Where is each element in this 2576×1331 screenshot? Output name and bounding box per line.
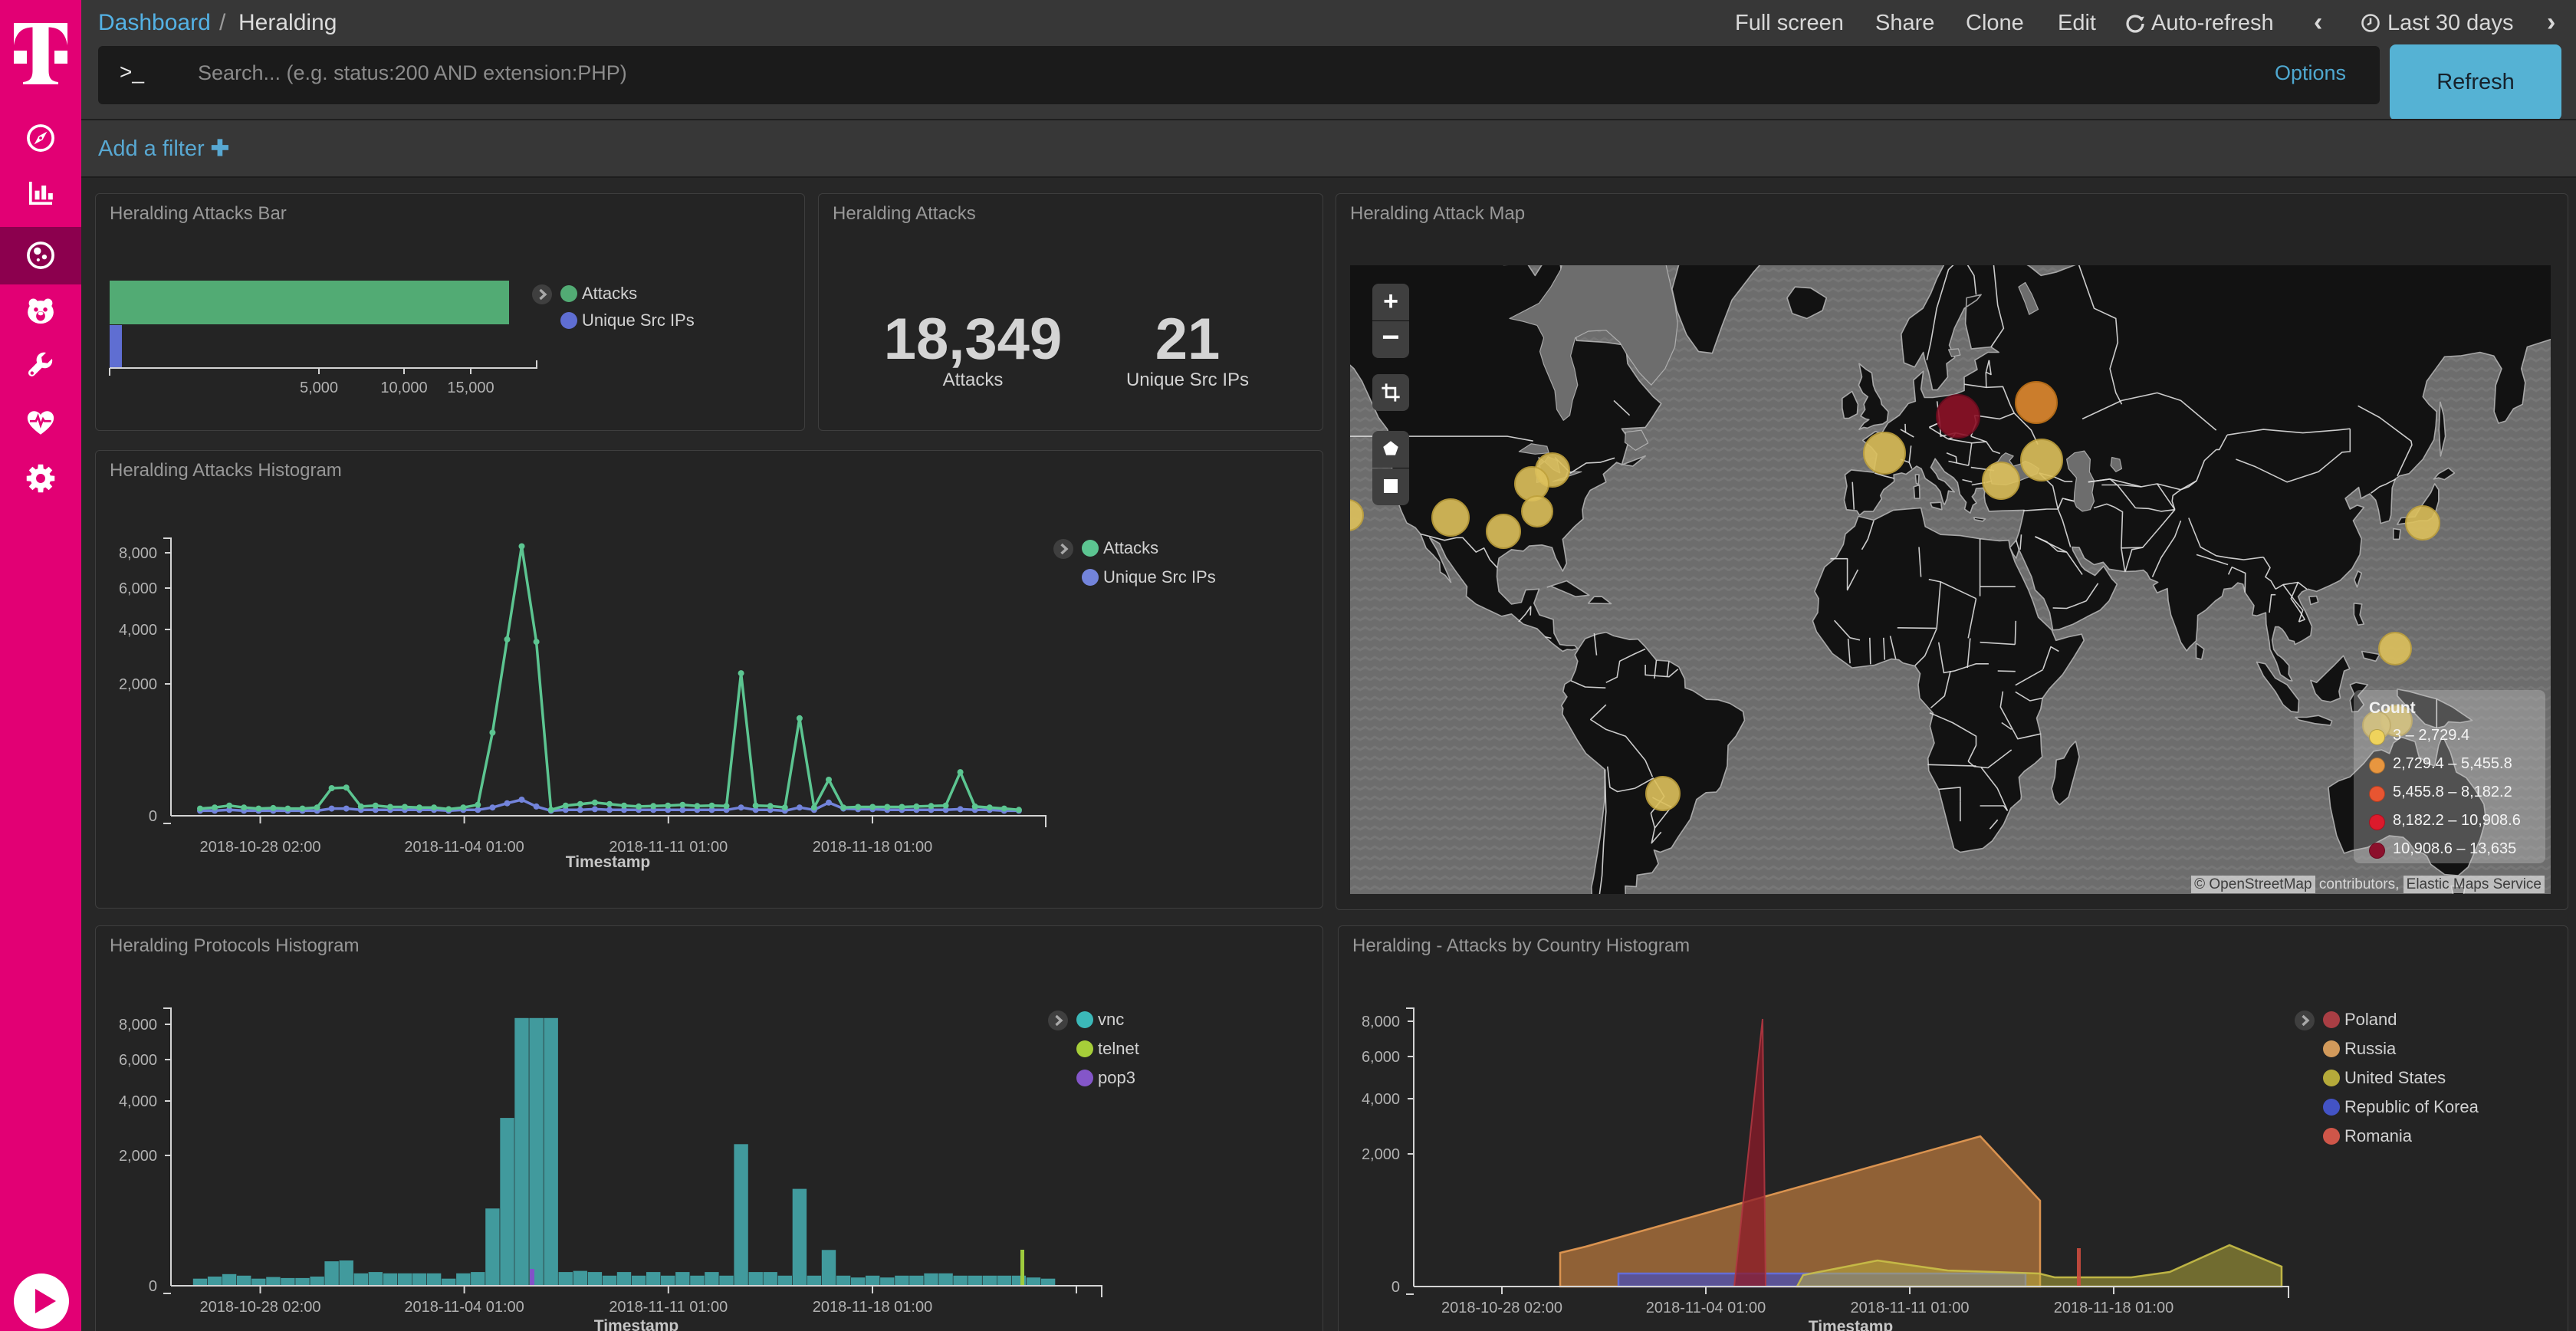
svg-text:0: 0: [1392, 1279, 1400, 1296]
svg-text:0: 0: [149, 808, 157, 825]
svg-text:Timestamp: Timestamp: [1809, 1318, 1894, 1331]
svg-text:2,000: 2,000: [119, 1148, 157, 1165]
svg-text:8,000: 8,000: [119, 1017, 157, 1034]
svg-text:2018-10-28 02:00: 2018-10-28 02:00: [200, 839, 321, 856]
svg-text:2,000: 2,000: [1362, 1146, 1400, 1163]
svg-text:15,000: 15,000: [447, 380, 494, 396]
svg-text:2018-11-04 01:00: 2018-11-04 01:00: [404, 839, 524, 856]
svg-text:2018-11-18 01:00: 2018-11-18 01:00: [813, 839, 932, 856]
svg-text:4,000: 4,000: [119, 1093, 157, 1110]
svg-text:2018-11-04 01:00: 2018-11-04 01:00: [404, 1299, 524, 1316]
svg-text:2018-11-18 01:00: 2018-11-18 01:00: [2054, 1300, 2174, 1316]
svg-text:6,000: 6,000: [1362, 1049, 1400, 1066]
svg-text:10,000: 10,000: [380, 380, 427, 396]
svg-text:8,000: 8,000: [119, 545, 157, 562]
svg-text:2018-10-28 02:00: 2018-10-28 02:00: [1441, 1300, 1562, 1316]
svg-text:Timestamp: Timestamp: [566, 853, 651, 871]
svg-text:5,000: 5,000: [300, 380, 338, 396]
svg-text:2,000: 2,000: [119, 676, 157, 693]
svg-text:2018-11-11 01:00: 2018-11-11 01:00: [609, 1299, 728, 1316]
svg-text:2018-11-18 01:00: 2018-11-18 01:00: [813, 1299, 932, 1316]
svg-text:6,000: 6,000: [119, 1052, 157, 1069]
svg-text:6,000: 6,000: [119, 580, 157, 597]
svg-text:2018-11-04 01:00: 2018-11-04 01:00: [1646, 1300, 1766, 1316]
svg-text:2018-10-28 02:00: 2018-10-28 02:00: [200, 1299, 321, 1316]
svg-text:0: 0: [149, 1278, 157, 1295]
svg-text:4,000: 4,000: [119, 622, 157, 639]
svg-text:4,000: 4,000: [1362, 1091, 1400, 1108]
svg-text:2018-11-11 01:00: 2018-11-11 01:00: [1851, 1300, 1970, 1316]
svg-text:8,000: 8,000: [1362, 1014, 1400, 1030]
svg-text:Timestamp: Timestamp: [594, 1317, 679, 1331]
